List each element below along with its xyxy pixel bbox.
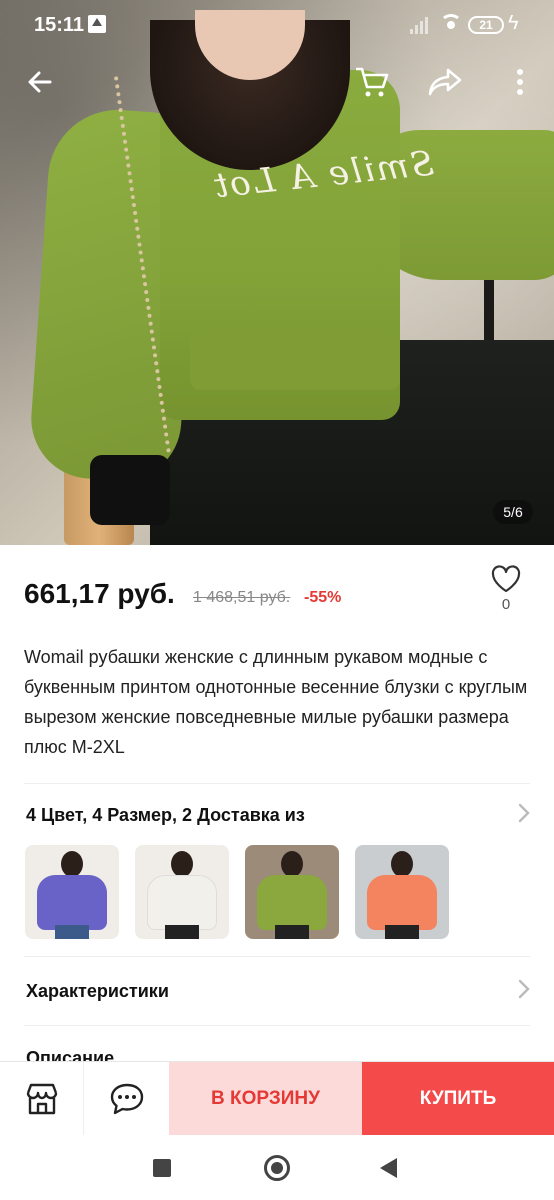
chevron-right-icon <box>518 979 530 999</box>
chat-icon <box>110 1083 143 1115</box>
back-button[interactable] <box>20 62 60 102</box>
variant-thumbnails <box>25 845 449 940</box>
divider <box>24 783 530 784</box>
product-image[interactable]: Smile A Lot <box>0 0 554 545</box>
home-icon[interactable] <box>264 1155 290 1181</box>
wishlist-count: 0 <box>501 596 511 613</box>
more-options-button[interactable] <box>500 62 540 102</box>
status-bar: 15:11 21 ϟ <box>0 0 554 52</box>
status-time: 15:11 <box>34 14 85 36</box>
product-title: Womail рубашки женские с длинным рукавом… <box>24 647 528 757</box>
divider <box>24 956 530 957</box>
share-button[interactable] <box>425 62 465 102</box>
store-icon <box>26 1083 57 1115</box>
buy-now-button[interactable]: КУПИТЬ <box>362 1062 554 1136</box>
cart-button[interactable] <box>352 62 392 102</box>
variant-thumbnail-purple[interactable] <box>25 845 119 939</box>
chevron-right-icon <box>518 803 530 823</box>
old-price: 1 468,51 руб. <box>193 589 291 606</box>
specs-label: Характеристики <box>26 981 169 1001</box>
divider <box>24 1025 530 1026</box>
variant-thumbnail-green[interactable] <box>245 845 339 939</box>
options-summary: 4 Цвет, 4 Размер, 2 Доставка из <box>26 805 305 825</box>
options-selector[interactable]: 4 Цвет, 4 Размер, 2 Доставка из <box>0 791 554 841</box>
add-to-cart-button[interactable]: В КОРЗИНУ <box>169 1062 362 1136</box>
specs-row[interactable]: Характеристики <box>0 967 554 1017</box>
upload-notification-icon <box>88 15 106 33</box>
handbag <box>90 455 170 525</box>
more-vertical-icon <box>517 69 523 95</box>
chat-button[interactable] <box>84 1062 169 1136</box>
battery-icon: 21 <box>468 16 504 34</box>
recent-apps-icon[interactable] <box>153 1159 171 1177</box>
signal-icon <box>410 16 432 34</box>
current-price: 661,17 руб. <box>24 578 175 609</box>
action-bar: В КОРЗИНУ КУПИТЬ <box>0 1061 554 1136</box>
cart-icon <box>356 67 389 97</box>
slide-counter: 5/6 <box>493 500 533 524</box>
system-navigation-bar <box>0 1135 554 1200</box>
wishlist-button[interactable]: 0 <box>486 564 526 624</box>
arrow-left-icon <box>28 71 52 93</box>
wifi-icon <box>440 14 462 34</box>
back-triangle-icon[interactable] <box>380 1158 397 1178</box>
share-icon <box>428 68 462 96</box>
variant-thumbnail-white[interactable] <box>135 845 229 939</box>
variant-thumbnail-orange[interactable] <box>355 845 449 939</box>
store-button[interactable] <box>0 1062 84 1136</box>
charging-icon: ϟ <box>508 12 519 34</box>
heart-icon <box>491 565 521 593</box>
discount-badge: -55% <box>304 589 342 606</box>
